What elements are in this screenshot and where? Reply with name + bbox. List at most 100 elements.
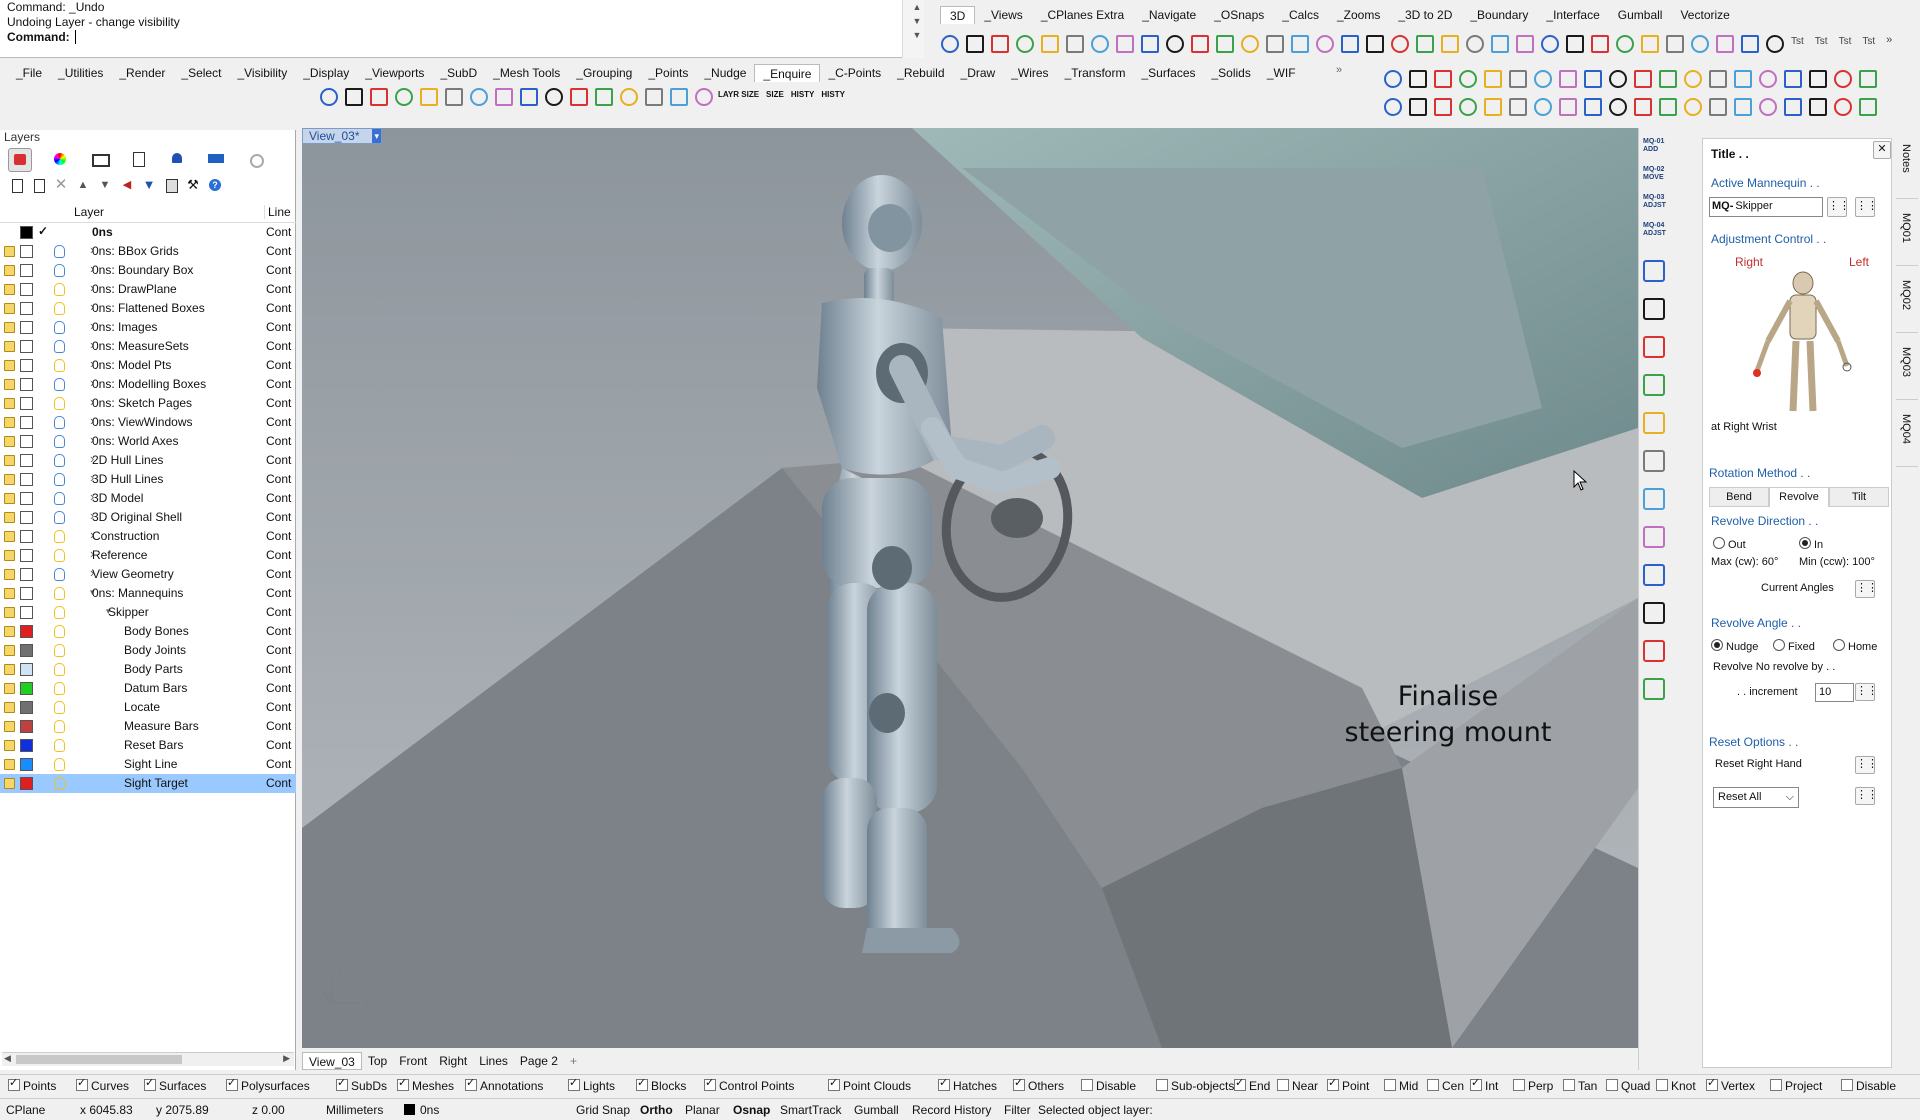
lock-icon[interactable] [4,588,15,599]
viewport-tab-1[interactable]: Top [362,1052,393,1070]
tab-left-20[interactable]: _WIF [1259,64,1304,82]
side-tab-mq01[interactable]: MQ01 [1896,199,1918,266]
layer-linetype[interactable]: Cont [266,491,291,505]
checkbox-icon[interactable] [636,1076,648,1091]
add-view-tab-icon[interactable]: + [564,1052,583,1070]
tab-left-3[interactable]: _Select [173,64,229,82]
layer-linetype[interactable]: Cont [266,586,291,600]
tab-right-1[interactable]: _Views [975,6,1031,24]
command-prompt[interactable]: Command: [0,30,924,45]
layer-linetype[interactable]: Cont [266,605,291,619]
cube-0-icon[interactable] [1380,94,1402,116]
filter-disable[interactable]: Disable [1081,1079,1136,1093]
grid-13-icon[interactable] [1705,94,1727,116]
polyline-13-icon[interactable] [1262,31,1284,53]
tst-label-2[interactable]: Tst [1835,31,1856,53]
layer-linetype[interactable]: Cont [266,624,291,638]
layer-column-header[interactable]: Layer [74,205,104,219]
view-23-icon[interactable] [1512,31,1534,53]
visibility-bulb-icon[interactable] [54,454,65,467]
bulb-12-icon[interactable] [1680,66,1702,88]
macro-tool-11-icon[interactable] [1643,678,1665,700]
grid-1-icon[interactable] [1405,94,1427,116]
filter-surfaces[interactable]: Surfaces [144,1076,206,1093]
layer-color-swatch[interactable] [20,283,33,296]
pen-3-icon[interactable] [1455,94,1477,116]
visibility-bulb-icon[interactable] [54,340,65,353]
toolbar-text-2[interactable]: HISTY [789,84,817,106]
layer-linetype[interactable]: Cont [266,472,291,486]
visibility-bulb-icon[interactable] [54,682,65,695]
tab-left-6[interactable]: _Viewports [357,64,432,82]
lock-icon[interactable] [4,778,15,789]
filter-hatches[interactable]: Hatches [938,1076,997,1093]
line-24-icon[interactable] [1537,31,1559,53]
visibility-bulb-icon[interactable] [54,549,65,562]
visibility-bulb-icon[interactable] [54,302,65,315]
osnap-cen[interactable]: Cen [1427,1079,1464,1093]
tst-label-0[interactable]: Tst [1787,31,1808,53]
bulb-6-icon[interactable] [1530,66,1552,88]
circle-4-icon[interactable] [1037,31,1059,53]
zoom-14-icon[interactable] [666,84,688,106]
move-down-icon[interactable]: ▼ [96,176,114,194]
osnap-vertex[interactable]: Vertex [1706,1076,1755,1093]
layer-row[interactable]: › 2D Hull Lines Cont [0,451,296,470]
layer-color-swatch[interactable] [20,245,33,258]
rotation-tab-revolve[interactable]: Revolve [1769,487,1829,507]
extrude-7-icon[interactable] [1112,31,1134,53]
layer-linetype[interactable]: Cont [266,320,291,334]
sphere-7-icon[interactable] [491,84,513,106]
checkbox-icon[interactable] [1277,1079,1289,1091]
layer-color-swatch[interactable] [20,321,33,334]
scroll-left-icon[interactable]: ◀ [4,1053,11,1064]
viewport-title-tab[interactable]: View_03* ▾ [302,128,382,144]
layer-row[interactable]: › View Geometry Cont [0,565,296,584]
increment-input[interactable]: 10 [1815,683,1854,702]
layer-row[interactable]: Locate Cont [0,698,296,717]
viewport-tab-4[interactable]: Lines [473,1052,514,1070]
layer-row[interactable]: › 0ns: Boundary Box Cont [0,261,296,280]
reset-right-hand-icon[interactable]: ⋮⋮ [1855,756,1878,774]
visibility-bulb-icon[interactable] [54,435,65,448]
viewport-menu-chevron-icon[interactable]: ▾ [372,129,381,143]
layer-linetype[interactable]: Cont [266,377,291,391]
curve-26-icon[interactable] [1587,31,1609,53]
visibility-bulb-icon[interactable] [54,511,65,524]
side-tab-mq04[interactable]: MQ04 [1896,400,1918,467]
layer-color-swatch[interactable] [20,397,33,410]
layer-color-swatch[interactable] [20,359,33,372]
osnap-perp[interactable]: Perp [1513,1079,1553,1093]
macro-button-3[interactable]: MQ-04 ADJST [1643,222,1669,250]
layer-row[interactable]: › 3D Model Cont [0,489,296,508]
tab-right-5[interactable]: _Calcs [1273,6,1328,24]
layer-color-swatch[interactable] [20,511,33,524]
radio-out[interactable]: Out [1713,537,1746,551]
snap-22-icon[interactable] [1487,31,1509,53]
osnap-tan[interactable]: Tan [1563,1079,1597,1093]
filter-meshes[interactable]: Meshes [397,1076,454,1093]
layer-linetype[interactable]: Cont [266,282,291,296]
visibility-bulb-icon[interactable] [54,264,65,277]
layer-row[interactable]: › 3D Hull Lines Cont [0,470,296,489]
visibility-bulb-icon[interactable] [54,378,65,391]
tab-left-9[interactable]: _Grouping [568,64,640,82]
layer-linetype[interactable]: Cont [266,738,291,752]
lock-9-icon[interactable] [1605,66,1627,88]
radio-home-icon[interactable] [1833,639,1845,651]
visibility-bulb-icon[interactable] [54,492,65,505]
current-layer[interactable]: 0ns [420,1103,439,1117]
visibility-bulb-icon[interactable] [54,644,65,657]
layer-color-swatch[interactable] [20,549,33,562]
filter-points[interactable]: Points [8,1076,56,1093]
light-2-icon[interactable] [1430,94,1452,116]
filter-lights[interactable]: Lights [568,1076,615,1093]
macro-tool-7-icon[interactable] [1643,526,1665,548]
layer-row[interactable]: Datum Bars Cont [0,679,296,698]
line-0-icon[interactable] [937,31,959,53]
clean-9-icon[interactable] [541,84,563,106]
macro-tool-4-icon[interactable] [1643,412,1665,434]
toolbar-text-0[interactable]: LAYR SIZE [716,84,761,106]
side-tab-mq03[interactable]: MQ03 [1896,333,1918,400]
layer-linetype[interactable]: Cont [266,567,291,581]
